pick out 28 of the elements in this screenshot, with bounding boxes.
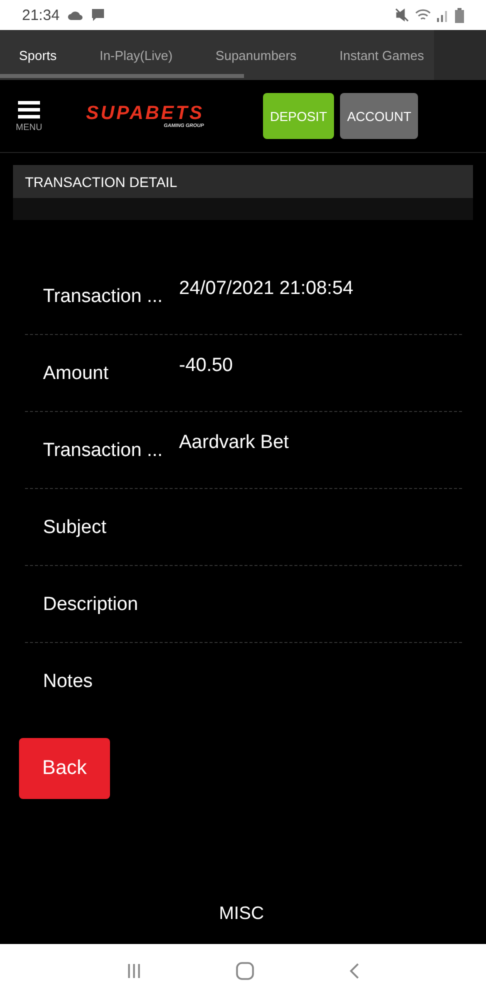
mute-icon bbox=[395, 8, 409, 22]
back-button[interactable]: Back bbox=[19, 738, 110, 799]
field-value: 24/07/2021 21:08:54 bbox=[179, 277, 354, 301]
field-label: Notes bbox=[42, 670, 94, 694]
field-value: -40.50 bbox=[179, 354, 233, 378]
account-button[interactable]: ACCOUNT bbox=[340, 93, 418, 139]
nav-tab[interactable]: In-Play(Live) bbox=[80, 48, 173, 62]
footer-heading: MISC bbox=[219, 903, 264, 924]
menu-button[interactable]: MENU bbox=[16, 100, 42, 132]
wifi-icon bbox=[415, 8, 431, 22]
nav-tab[interactable]: Instant Games bbox=[320, 48, 424, 62]
cloud-icon bbox=[68, 10, 83, 20]
field-label: Amount bbox=[42, 362, 110, 386]
field-label: Description bbox=[42, 593, 140, 617]
status-time: 21:34 bbox=[22, 6, 60, 24]
field-label: Transaction ... bbox=[42, 439, 164, 463]
home-icon[interactable] bbox=[236, 962, 254, 982]
battery-icon bbox=[455, 8, 464, 22]
message-icon bbox=[90, 8, 105, 22]
field-label: Transaction ... bbox=[42, 285, 164, 309]
section-title: TRANSACTION DETAIL bbox=[13, 165, 473, 198]
nav-tab[interactable]: Sports bbox=[0, 48, 57, 62]
back-icon[interactable] bbox=[348, 962, 359, 982]
signal-icon bbox=[437, 8, 449, 22]
brand-logo: SUPABETS bbox=[86, 104, 204, 122]
field-value: Aardvark Bet bbox=[179, 431, 289, 455]
field-label: Subject bbox=[42, 516, 108, 540]
nav-tab[interactable]: Supanumbers bbox=[196, 48, 296, 62]
